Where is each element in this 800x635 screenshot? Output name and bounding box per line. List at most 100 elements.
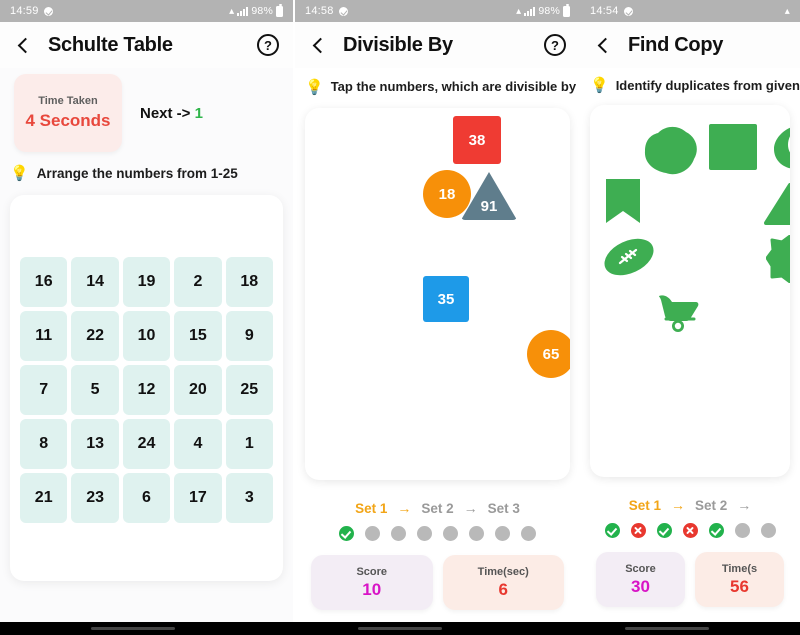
grid-cell[interactable]: 1 [225,419,273,469]
grid-cell[interactable]: 19 [122,257,171,307]
time-label: Time(sec) [477,565,529,578]
score-card: Score 10 [311,555,433,610]
moon-icon[interactable] [766,123,790,171]
time-label: Time(s [721,562,758,575]
alarm-icon [338,6,348,16]
back-chevron-icon[interactable] [14,36,32,54]
battery-percent: 98% [251,5,273,17]
grid-cell[interactable]: 10 [122,311,171,361]
stat-cards-3: Score 30 Time(s 56 [586,538,794,607]
set-label-2[interactable]: Set 2 [695,498,727,513]
grid-cell[interactable]: 7 [20,365,68,415]
wifi-icon: ▴ [784,5,790,17]
status-clock: 14:54 [590,5,619,17]
grid-cell[interactable]: 21 [20,473,68,523]
app-bar-1: Schulte Table ? [0,22,293,68]
grid-cell[interactable]: 8 [20,419,68,469]
screen-divisible-by: 14:58 ▴ 98% Divisible By ? 💡 Tap the num… [295,0,580,635]
grid-cell[interactable]: 20 [174,365,222,415]
arrow-icon: → [463,500,478,516]
grid-cell[interactable]: 24 [122,419,171,469]
android-nav-bar [0,622,800,635]
screen-schulte-table: 14:59 ▴ 98% Schulte Table ? Time Taken 4… [0,0,293,635]
time-taken-card: Time Taken 4 Seconds [14,74,122,152]
help-question-icon[interactable]: ? [544,34,566,56]
back-chevron-icon[interactable] [594,36,612,54]
set-label-1[interactable]: Set 1 [629,498,661,513]
triangle-icon[interactable] [764,183,790,225]
round-dot [708,523,724,538]
grid-cell[interactable]: 3 [225,473,273,523]
set-label-3[interactable]: Set 3 [488,501,520,516]
starburst-icon[interactable] [766,235,790,283]
lightbulb-icon: 💡 [305,78,324,96]
grid-cell[interactable]: 11 [20,311,68,361]
square-icon[interactable] [708,123,758,171]
set-progress-3: Set 1 → Set 2 → [586,497,794,513]
number-bubble-38[interactable]: 38 [453,116,501,164]
round-dot [417,526,432,541]
home-pill[interactable] [358,627,442,630]
help-question-icon[interactable]: ? [257,34,279,56]
status-right-3: ▴ [785,6,790,17]
grid-cell[interactable]: 6 [122,473,171,523]
grid-cell[interactable]: 2 [174,257,222,307]
grid-cell[interactable]: 18 [225,257,273,307]
phone-screenshots-row: 14:59 ▴ 98% Schulte Table ? Time Taken 4… [0,0,800,635]
bubble-label: 38 [468,131,486,149]
home-pill[interactable] [91,627,176,630]
next-value: 1 [194,104,203,122]
schulte-grid: 16 14 19 2 18 11 22 10 15 9 7 5 12 20 25… [20,257,273,523]
grid-cell[interactable]: 25 [225,365,273,415]
blob-icon[interactable] [642,125,700,177]
hint-row-3: 💡 Identify duplicates from given ic [580,68,800,93]
set-label-2[interactable]: Set 2 [421,501,453,516]
grid-cell[interactable]: 12 [122,365,171,415]
score-label: Score [356,565,388,578]
sets-bar-3: Set 1 → Set 2 → Score 30 Time(s 56 [580,487,800,607]
grid-cell[interactable]: 23 [71,473,119,523]
set-progress-2: Set 1 → Set 2 → Set 3 [301,500,574,516]
back-chevron-icon[interactable] [309,36,327,54]
grid-cell[interactable]: 13 [71,419,119,469]
grid-cell[interactable]: 4 [174,419,222,469]
grid-cell[interactable]: 17 [174,473,222,523]
time-value: 6 [498,579,508,599]
round-dot [630,523,646,538]
lightbulb-icon: 💡 [10,165,29,182]
hint-text: Identify duplicates from given ic [615,78,800,93]
bubble-label: 35 [437,290,455,308]
wifi-icon: ▴ [229,5,235,17]
lightbulb-icon: 💡 [590,77,609,94]
time-taken-value: 4 Seconds [25,111,111,130]
number-bubble-65[interactable]: 65 [527,330,570,378]
round-dot [760,523,776,538]
page-title: Schulte Table [48,33,173,56]
time-value: 56 [730,576,749,596]
number-bubble-91[interactable]: 91 [461,172,517,220]
bookmark-icon[interactable] [604,177,642,225]
status-left-1: 14:59 [10,5,53,17]
next-label: Next -> [140,104,191,122]
grid-cell[interactable]: 22 [71,311,119,361]
page-title: Find Copy [628,33,724,56]
home-pill[interactable] [624,627,709,630]
signal-icon [237,6,249,16]
round-dot [604,523,620,538]
grid-cell[interactable]: 9 [225,311,273,361]
screen-find-copy: 14:54 ▴ Find Copy 💡 Identify duplicates … [580,0,800,635]
round-dot [682,523,698,538]
grid-cell[interactable]: 15 [174,311,222,361]
grid-cell[interactable]: 14 [71,257,119,307]
schulte-header-row: Time Taken 4 Seconds Next -> 1 [0,68,293,152]
grid-cell[interactable]: 5 [71,365,119,415]
wheelbarrow-icon[interactable] [656,291,704,333]
battery-icon [276,3,283,17]
bubble-label: 91 [480,197,498,215]
football-icon[interactable] [602,233,656,281]
nav-segment [267,622,534,635]
grid-cell[interactable]: 16 [20,257,68,307]
set-label-1[interactable]: Set 1 [355,501,387,516]
status-bar-1: 14:59 ▴ 98% [0,0,293,22]
number-bubble-35[interactable]: 35 [423,276,469,322]
